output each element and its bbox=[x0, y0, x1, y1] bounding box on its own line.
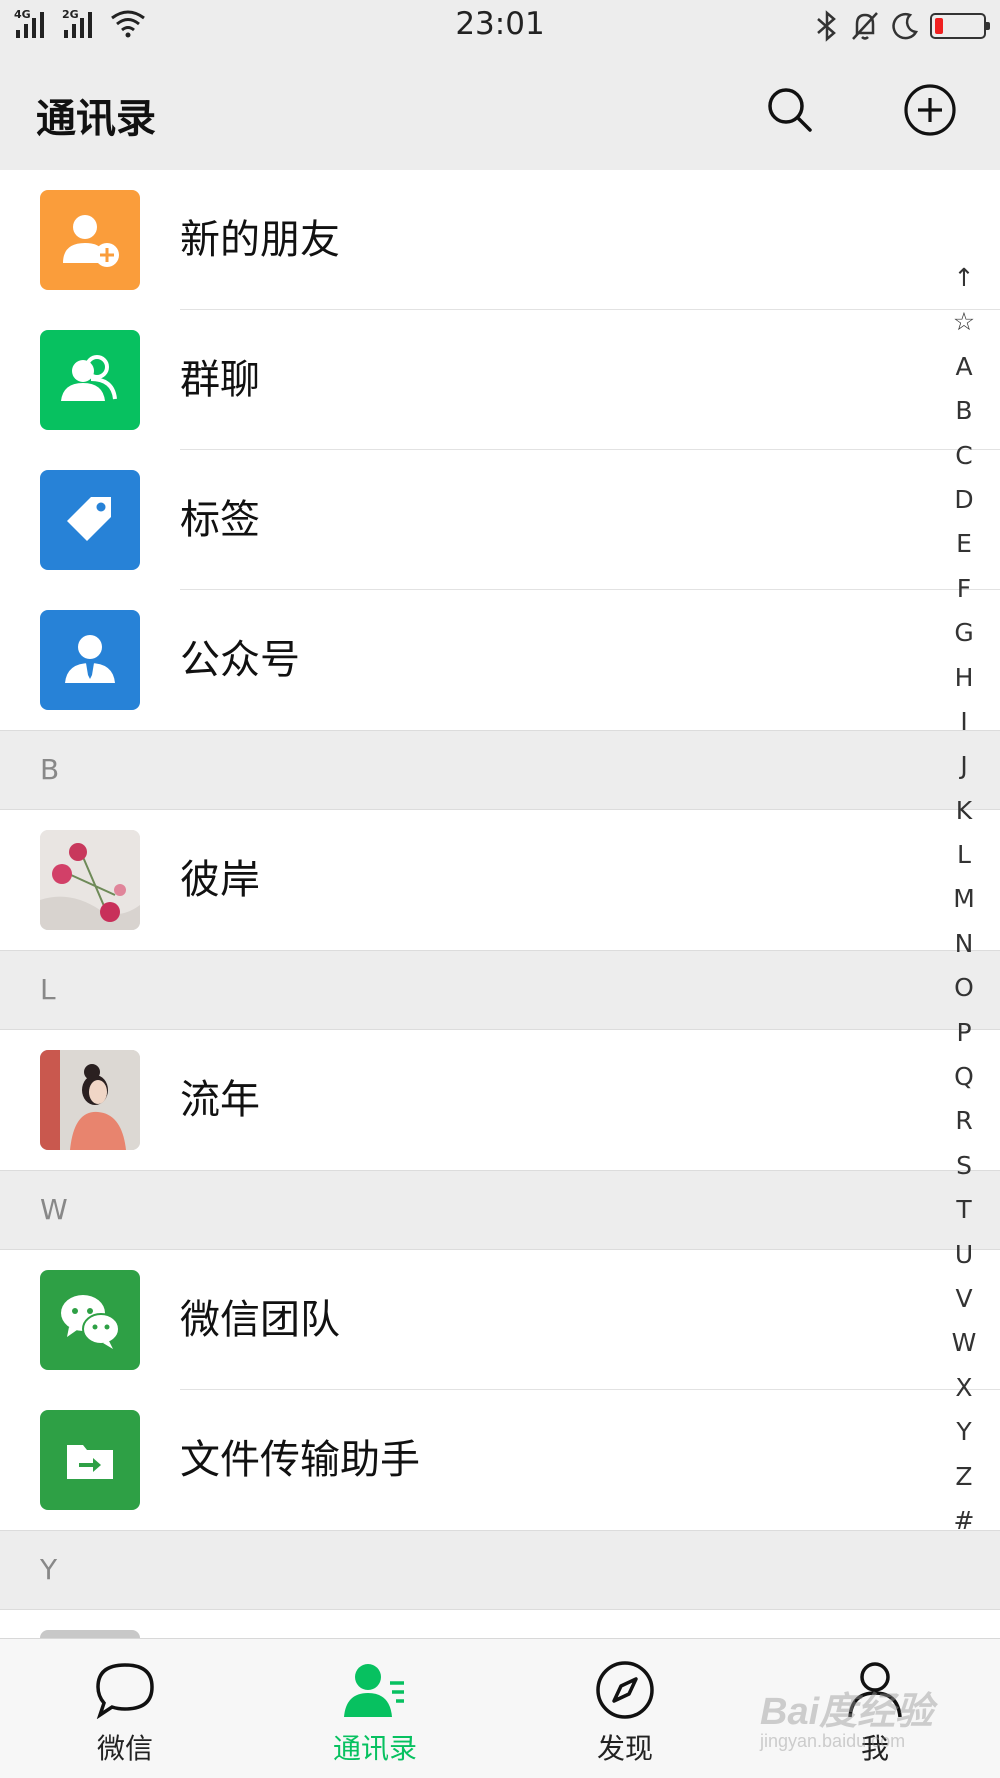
index-letter[interactable]: M bbox=[953, 877, 975, 921]
index-letter[interactable]: G bbox=[954, 611, 973, 655]
index-letter[interactable]: Y bbox=[956, 1410, 971, 1454]
tab-discover[interactable]: 发现 bbox=[500, 1639, 750, 1778]
page-header: 通讯录 bbox=[0, 52, 1000, 170]
girl-photo-avatar bbox=[40, 1050, 140, 1150]
list-item-new-friends[interactable]: 新的朋友 bbox=[0, 170, 1000, 310]
list-item-contact-partial[interactable] bbox=[0, 1610, 1000, 1638]
list-item-contact[interactable]: 流年 bbox=[0, 1030, 1000, 1170]
index-letter[interactable]: ☆ bbox=[953, 300, 975, 344]
status-bar: 4G 2G 23:01 bbox=[0, 0, 1000, 52]
contact-name: 文件传输助手 bbox=[180, 1437, 420, 1483]
search-button[interactable] bbox=[760, 80, 820, 140]
plus-circle-icon bbox=[904, 84, 956, 136]
index-letter[interactable]: P bbox=[956, 1011, 971, 1055]
wechat-logo-icon bbox=[40, 1270, 140, 1370]
index-letter[interactable]: E bbox=[956, 522, 972, 566]
index-letter[interactable]: A bbox=[955, 345, 972, 389]
contacts-icon bbox=[342, 1659, 408, 1721]
tab-label: 我 bbox=[860, 1732, 889, 1765]
section-header-w: W bbox=[0, 1170, 1000, 1250]
list-item-contact[interactable]: 彼岸 bbox=[0, 810, 1000, 950]
section-header-l: L bbox=[0, 950, 1000, 1030]
list-item-contact[interactable]: 微信团队 bbox=[0, 1250, 1000, 1390]
contact-name: 流年 bbox=[180, 1077, 260, 1123]
index-letter[interactable]: K bbox=[956, 789, 972, 833]
contact-name: 标签 bbox=[180, 497, 260, 543]
tab-me[interactable]: 我 bbox=[750, 1639, 1000, 1778]
index-letter[interactable]: J bbox=[960, 744, 967, 788]
search-icon bbox=[768, 88, 812, 132]
index-letter[interactable]: S bbox=[956, 1144, 972, 1188]
bottom-tab-bar: 微信 通讯录 发现 我 bbox=[0, 1638, 1000, 1778]
compass-icon bbox=[592, 1659, 658, 1721]
add-friend-icon bbox=[40, 190, 140, 290]
group-chat-icon bbox=[40, 330, 140, 430]
list-item-tags[interactable]: 标签 bbox=[0, 450, 1000, 590]
flower-photo-avatar bbox=[40, 830, 140, 930]
index-letter[interactable]: Q bbox=[954, 1055, 974, 1099]
bluetooth-icon bbox=[817, 10, 836, 42]
index-letter[interactable]: I bbox=[960, 700, 967, 744]
chat-bubble-icon bbox=[92, 1659, 158, 1721]
index-letter[interactable]: ↑ bbox=[954, 256, 975, 300]
list-item-contact[interactable]: 文件传输助手 bbox=[0, 1390, 1000, 1530]
partial-avatar bbox=[40, 1630, 140, 1638]
index-letter[interactable]: W bbox=[952, 1321, 977, 1365]
tab-contacts[interactable]: 通讯录 bbox=[250, 1639, 500, 1778]
index-letter[interactable]: N bbox=[955, 922, 974, 966]
tab-chats[interactable]: 微信 bbox=[0, 1639, 250, 1778]
contact-list[interactable]: 新的朋友 群聊 标签 公众号 B 彼岸 L 流年 W 微信团队 文件传输助手 Y bbox=[0, 170, 1000, 1638]
index-letter[interactable]: Z bbox=[955, 1455, 972, 1499]
mute-bell-icon bbox=[852, 12, 878, 40]
tab-label: 通讯录 bbox=[332, 1732, 417, 1765]
profile-icon bbox=[842, 1659, 908, 1721]
section-header-y: Y bbox=[0, 1530, 1000, 1610]
index-letter[interactable]: L bbox=[957, 833, 971, 877]
index-letter[interactable]: F bbox=[957, 567, 971, 611]
index-letter[interactable]: # bbox=[954, 1499, 975, 1543]
index-letter[interactable]: D bbox=[954, 478, 973, 522]
index-letter[interactable]: O bbox=[954, 966, 974, 1010]
official-account-icon bbox=[40, 610, 140, 710]
index-letter[interactable]: U bbox=[955, 1233, 973, 1277]
section-header-b: B bbox=[0, 730, 1000, 810]
add-button[interactable] bbox=[900, 80, 960, 140]
list-item-group-chat[interactable]: 群聊 bbox=[0, 310, 1000, 450]
index-letter[interactable]: R bbox=[955, 1099, 972, 1143]
page-title: 通讯录 bbox=[36, 96, 156, 142]
tab-label: 微信 bbox=[96, 1732, 153, 1765]
tab-label: 发现 bbox=[596, 1732, 653, 1765]
status-right bbox=[814, 8, 990, 44]
list-item-official-accounts[interactable]: 公众号 bbox=[0, 590, 1000, 730]
tag-icon bbox=[40, 470, 140, 570]
battery-icon bbox=[930, 13, 990, 39]
contact-name: 微信团队 bbox=[180, 1297, 340, 1343]
index-letter[interactable]: T bbox=[956, 1188, 971, 1232]
contact-name: 彼岸 bbox=[180, 857, 260, 903]
contact-name: 群聊 bbox=[180, 357, 260, 403]
index-letter[interactable]: B bbox=[955, 389, 972, 433]
index-letter[interactable]: V bbox=[955, 1277, 972, 1321]
index-letter[interactable]: H bbox=[955, 656, 974, 700]
alphabet-index-bar[interactable]: ↑ ☆ A B C D E F G H I J K L M N O P Q R S T U V W X Y Z # bbox=[942, 256, 986, 1543]
file-transfer-icon bbox=[40, 1410, 140, 1510]
moon-icon bbox=[892, 12, 919, 40]
index-letter[interactable]: X bbox=[955, 1366, 972, 1410]
contact-name: 公众号 bbox=[180, 637, 300, 683]
index-letter[interactable]: C bbox=[955, 434, 972, 478]
contact-name: 新的朋友 bbox=[180, 217, 340, 263]
